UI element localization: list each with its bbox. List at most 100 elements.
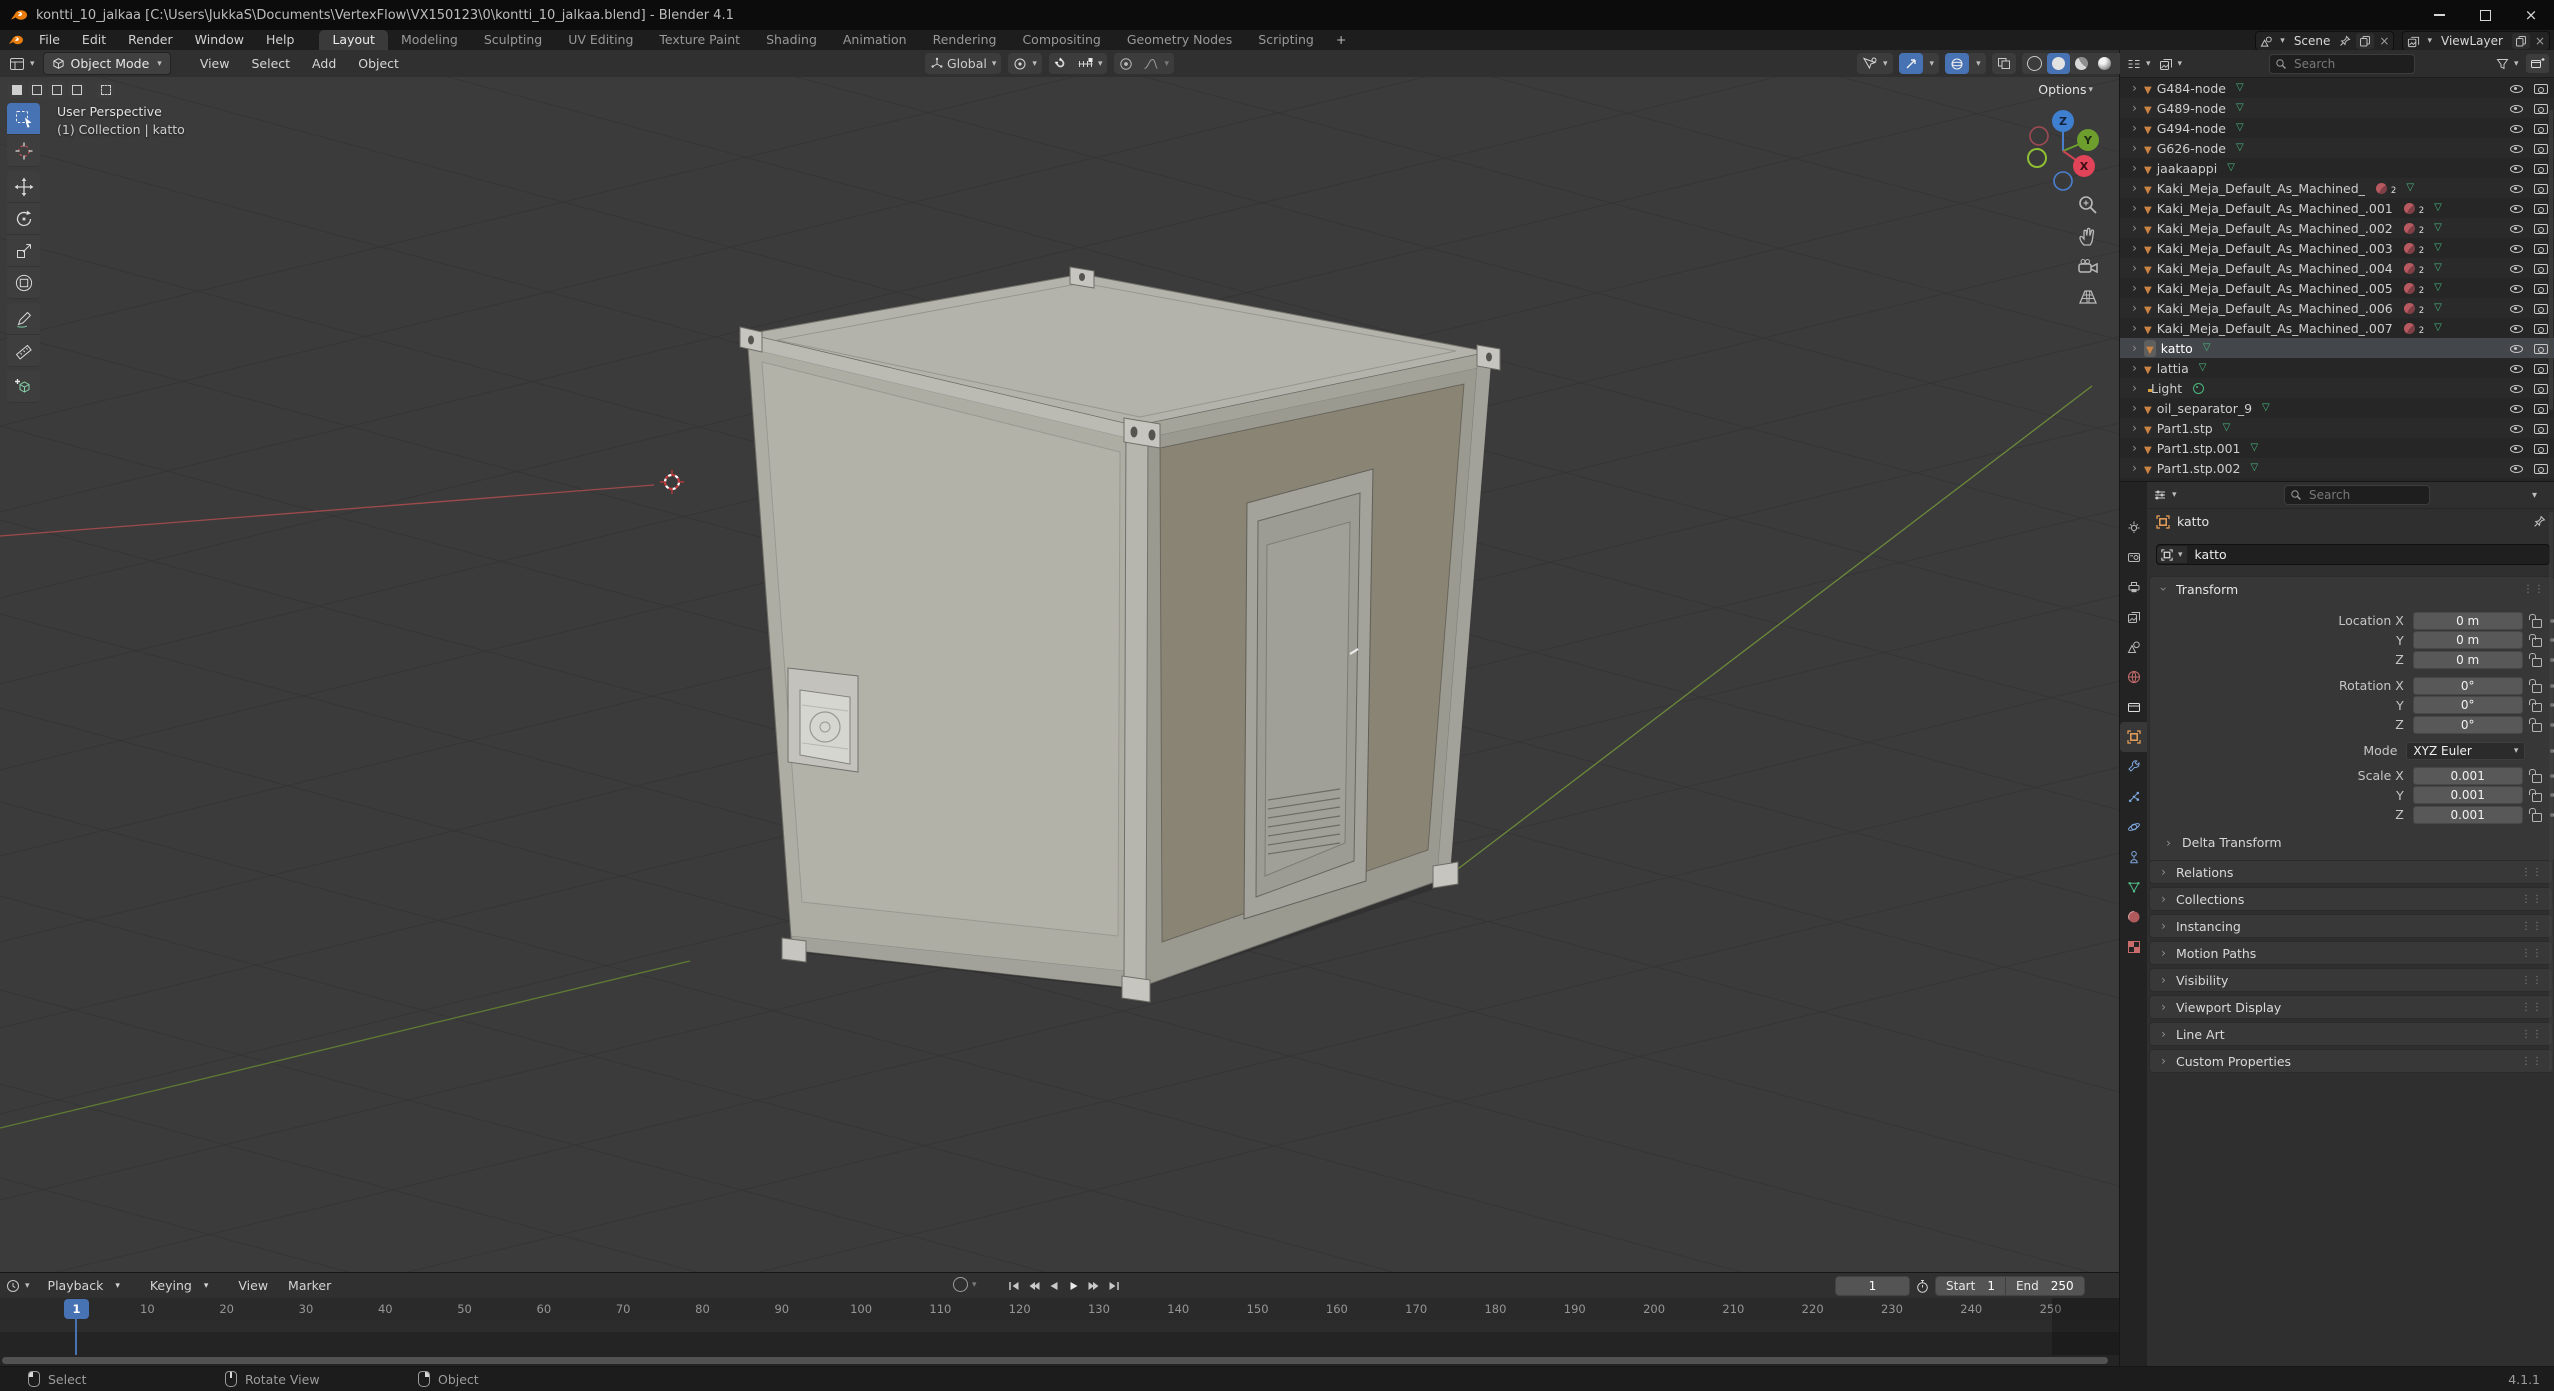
tab-modeling[interactable]: Modeling — [388, 30, 471, 50]
hide-in-viewport-toggle[interactable] — [2510, 242, 2524, 255]
expand-icon[interactable]: › — [2130, 181, 2139, 195]
pan-hand-icon[interactable] — [2076, 225, 2100, 249]
auto-keying-toggle[interactable]: ▾ — [953, 1277, 977, 1292]
disable-in-renders-toggle[interactable] — [2534, 302, 2548, 315]
lock-icon[interactable] — [2532, 723, 2543, 732]
tab-scripting[interactable]: Scripting — [1245, 30, 1327, 50]
outliner-display-mode-dropdown[interactable]: ▾ — [2123, 53, 2155, 75]
select-invert-button[interactable] — [68, 81, 85, 98]
disable-in-renders-toggle[interactable] — [2534, 342, 2548, 355]
jump-to-start-button[interactable] — [1004, 1276, 1024, 1295]
outliner-scrollbar[interactable] — [2549, 110, 2553, 410]
expand-icon[interactable]: › — [2130, 461, 2139, 475]
hide-in-viewport-toggle[interactable] — [2510, 182, 2524, 195]
drag-handle-icon[interactable]: ⋮⋮ — [2521, 1029, 2543, 1040]
blender-menu-icon[interactable] — [8, 33, 24, 47]
transform-orientation-dropdown[interactable]: Global ▾ — [925, 53, 1001, 74]
properties-tab-physics[interactable] — [2120, 812, 2147, 842]
properties-search-input[interactable] — [2284, 485, 2430, 505]
properties-tab-constraints[interactable] — [2120, 842, 2147, 872]
outliner-row-Kaki_Meja_Default_As_Machined_[interactable]: ›▼Kaki_Meja_Default_As_Machined_2▽ — [2120, 178, 2554, 198]
viewport-menu-add[interactable]: Add — [301, 56, 347, 71]
editor-type-button[interactable]: ▾ — [5, 53, 39, 75]
hide-in-viewport-toggle[interactable] — [2510, 322, 2524, 335]
properties-tab-texture[interactable] — [2120, 932, 2147, 962]
rotation-mode-dropdown[interactable]: XYZ Euler▾ — [2406, 742, 2525, 760]
close-button[interactable]: × — [2508, 0, 2554, 30]
zoom-icon[interactable] — [2076, 193, 2100, 217]
menu-help[interactable]: Help — [255, 30, 306, 50]
tool-add-cube[interactable] — [7, 371, 40, 403]
disable-in-renders-toggle[interactable] — [2534, 262, 2548, 275]
expand-icon[interactable]: › — [2130, 241, 2139, 255]
expand-icon[interactable]: › — [2130, 201, 2139, 215]
tool-annotate[interactable] — [7, 303, 40, 335]
drag-handle-icon[interactable]: ⋮⋮ — [2521, 948, 2543, 959]
lock-icon[interactable] — [2532, 658, 2543, 667]
properties-editor-type-button[interactable]: ▾ — [2153, 489, 2177, 501]
properties-tab-view-layer[interactable] — [2120, 602, 2147, 632]
outliner-row-Kaki_Meja_Default_As_Machined_.002[interactable]: ›▼Kaki_Meja_Default_As_Machined_.0022▽ — [2120, 218, 2554, 238]
disable-in-renders-toggle[interactable] — [2534, 182, 2548, 195]
disable-in-renders-toggle[interactable] — [2534, 382, 2548, 395]
previous-keyframe-button[interactable] — [1024, 1276, 1044, 1295]
hide-in-viewport-toggle[interactable] — [2510, 382, 2524, 395]
hide-in-viewport-toggle[interactable] — [2510, 282, 2524, 295]
lock-icon[interactable] — [2532, 813, 2543, 822]
frame-end-field[interactable]: End 250 — [2005, 1277, 2084, 1295]
snap-toggle[interactable] — [1049, 53, 1072, 74]
section-line-art[interactable]: ›Line Art⋮⋮ — [2149, 1022, 2553, 1046]
value-field[interactable]: 0 m — [2413, 651, 2523, 669]
expand-icon[interactable]: › — [2130, 321, 2139, 335]
value-field[interactable]: 0.001 — [2413, 786, 2523, 804]
scene-selector[interactable]: ▾ Scene × — [2255, 31, 2394, 51]
outliner-row-Kaki_Meja_Default_As_Machined_.003[interactable]: ›▼Kaki_Meja_Default_As_Machined_.0032▽ — [2120, 238, 2554, 258]
outliner-row-Kaki_Meja_Default_As_Machined_.006[interactable]: ›▼Kaki_Meja_Default_As_Machined_.0062▽ — [2120, 298, 2554, 318]
properties-tab-material[interactable] — [2120, 902, 2147, 932]
menu-window[interactable]: Window — [184, 30, 255, 50]
timeline-ruler[interactable]: 1020304050607080901001101201301401501601… — [0, 1298, 2119, 1321]
hide-in-viewport-toggle[interactable] — [2510, 202, 2524, 215]
outliner-row-Light[interactable]: ›Light — [2120, 378, 2554, 398]
tab-layout[interactable]: Layout — [319, 30, 388, 50]
tab-texture-paint[interactable]: Texture Paint — [646, 30, 753, 50]
lock-icon[interactable] — [2532, 703, 2543, 712]
menu-file[interactable]: File — [28, 30, 71, 50]
section-viewport-display[interactable]: ›Viewport Display⋮⋮ — [2149, 995, 2553, 1019]
viewport-menu-view[interactable]: View — [189, 56, 241, 71]
viewport-menu-object[interactable]: Object — [347, 56, 410, 71]
tool-rotate[interactable] — [7, 203, 40, 235]
tab-compositing[interactable]: Compositing — [1009, 30, 1113, 50]
outliner-row-oil_separator_9[interactable]: ›▼oil_separator_9▽ — [2120, 398, 2554, 418]
unlink-scene-button[interactable]: × — [2379, 34, 2389, 48]
lock-icon[interactable] — [2532, 619, 2543, 628]
hide-in-viewport-toggle[interactable] — [2510, 422, 2524, 435]
new-collection-button[interactable] — [2526, 54, 2549, 73]
properties-tab-object-data[interactable] — [2120, 872, 2147, 902]
minimize-button[interactable] — [2416, 0, 2462, 30]
lock-icon[interactable] — [2532, 638, 2543, 647]
outliner-row-G626-node[interactable]: ›▼G626-node▽ — [2120, 138, 2554, 158]
lock-icon[interactable] — [2532, 793, 2543, 802]
shading-solid-button[interactable] — [2047, 53, 2070, 74]
select-extend-button[interactable] — [28, 81, 45, 98]
outliner-row-lattia[interactable]: ›▼lattia▽ — [2120, 358, 2554, 378]
hide-in-viewport-toggle[interactable] — [2510, 442, 2524, 455]
timeline-menu-playback[interactable]: Playback▾ — [38, 1278, 140, 1293]
properties-tab-world[interactable] — [2120, 662, 2147, 692]
outliner-row-Kaki_Meja_Default_As_Machined_.005[interactable]: ›▼Kaki_Meja_Default_As_Machined_.0052▽ — [2120, 278, 2554, 298]
timeline-scrollbar[interactable] — [2, 1357, 2108, 1364]
proportional-falloff-dropdown[interactable]: ▾ — [1138, 53, 1174, 74]
tool-transform[interactable] — [7, 267, 40, 299]
snap-with-dropdown[interactable]: ▾ — [1072, 53, 1108, 74]
mode-selector[interactable]: Object Mode ▾ — [43, 52, 171, 75]
hide-in-viewport-toggle[interactable] — [2510, 142, 2524, 155]
outliner-row-Kaki_Meja_Default_As_Machined_.007[interactable]: ›▼Kaki_Meja_Default_As_Machined_.0072▽ — [2120, 318, 2554, 338]
viewport-options-dropdown[interactable]: Options ▾ — [2038, 82, 2093, 97]
menu-render[interactable]: Render — [117, 30, 184, 50]
tab-rendering[interactable]: Rendering — [920, 30, 1010, 50]
properties-tab-render[interactable] — [2120, 542, 2147, 572]
navigation-gizmo[interactable]: Z Y X — [2025, 105, 2105, 193]
select-subtract-button[interactable] — [48, 81, 65, 98]
selectability-visibility-dropdown[interactable]: ▾ — [1857, 53, 1893, 74]
